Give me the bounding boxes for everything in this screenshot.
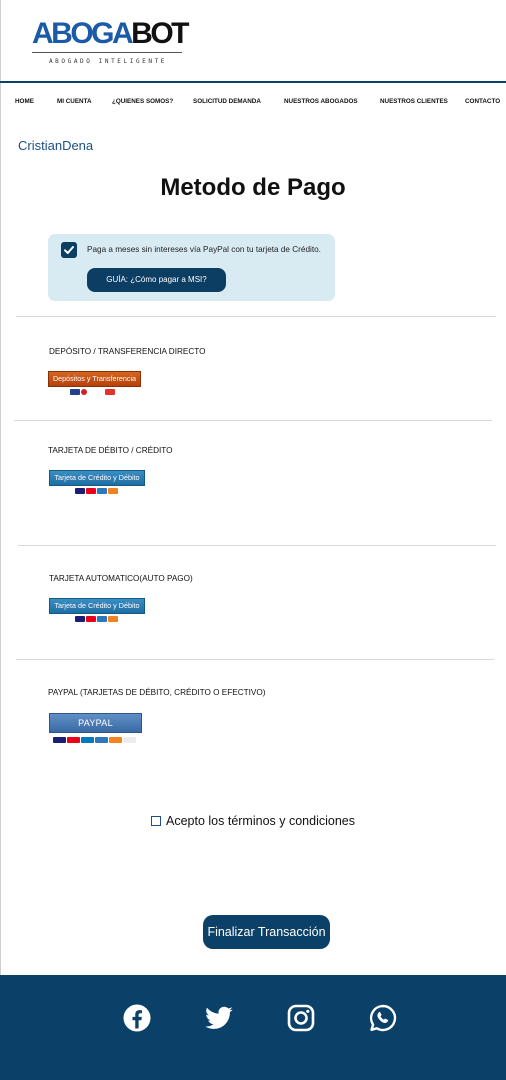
card-button-label: Tarjeta de Crédito y Débito bbox=[49, 470, 145, 486]
nav-item-nuestros-clientes[interactable]: NUESTROS CLIENTES bbox=[380, 98, 448, 105]
logo-wordmark: ABOGABOT bbox=[32, 17, 189, 50]
mastercard-icon bbox=[67, 737, 80, 743]
debit-credit-section-label: TARJETA DE DÉBITO / CRÉDITO bbox=[48, 446, 173, 455]
logo[interactable]: ABOGABOT ABOGADO INTELIGENTE bbox=[32, 17, 189, 68]
logo-part-bot: BOT bbox=[131, 17, 189, 50]
header-divider bbox=[0, 81, 506, 83]
auto-pay-button-label: Tarjeta de Crédito y Débito bbox=[49, 598, 145, 614]
discover-icon bbox=[109, 737, 122, 743]
auto-pay-button[interactable]: Tarjeta de Crédito y Débito bbox=[49, 598, 145, 626]
nav-item-quienes-somos[interactable]: ¿QUIENES SOMOS? bbox=[112, 98, 173, 105]
discover-icon bbox=[108, 488, 118, 494]
oxxo-icon bbox=[105, 389, 115, 395]
logo-underline bbox=[32, 52, 182, 53]
bank-logo-icon bbox=[70, 389, 80, 395]
banamex-icon bbox=[81, 389, 87, 395]
amex-icon bbox=[95, 737, 108, 743]
nav-item-contacto[interactable]: CONTACTO bbox=[465, 98, 500, 105]
amex-icon bbox=[97, 616, 107, 622]
nav-item-home[interactable]: HOME bbox=[15, 98, 34, 105]
banamex-text-icon bbox=[88, 389, 104, 395]
visa-icon bbox=[53, 737, 66, 743]
amex-icon bbox=[97, 488, 107, 494]
visa-icon bbox=[75, 488, 85, 494]
section-divider bbox=[16, 316, 496, 317]
main-nav: HOME MI CUENTA ¿QUIENES SOMOS? SOLICITUD… bbox=[0, 98, 506, 110]
logo-tagline: ABOGADO INTELIGENTE bbox=[48, 58, 168, 65]
nav-item-nuestros-abogados[interactable]: NUESTROS ABOGADOS bbox=[284, 98, 358, 105]
deposit-button-label: Depósitos y Transferencia bbox=[48, 371, 141, 387]
card-logos bbox=[75, 616, 118, 622]
deposit-section-label: DEPÓSITO / TRANSFERENCIA DIRECTO bbox=[49, 347, 206, 356]
section-divider bbox=[16, 659, 494, 660]
mastercard-icon bbox=[86, 616, 96, 622]
mastercard-icon bbox=[86, 488, 96, 494]
check-icon bbox=[64, 246, 74, 254]
card-logos bbox=[75, 488, 118, 494]
nav-item-solicitud-demanda[interactable]: SOLICITUD DEMANDA bbox=[193, 98, 261, 105]
paypal-card-logos bbox=[53, 737, 136, 743]
discover-icon bbox=[108, 616, 118, 622]
paypal-section-label: PAYPAL (TARJETAS DE DÉBITO, CRÉDITO O EF… bbox=[48, 688, 266, 697]
user-name: CristianDena bbox=[18, 138, 94, 153]
page-title: Metodo de Pago bbox=[160, 174, 346, 201]
visa-icon bbox=[75, 616, 85, 622]
paypal-button-label: PAYPAL bbox=[49, 713, 142, 733]
logo-part-aboga: ABOGA bbox=[32, 17, 134, 50]
paypal-pay-button[interactable]: PAYPAL bbox=[49, 713, 142, 747]
nav-item-mi-cuenta[interactable]: MI CUENTA bbox=[57, 98, 92, 105]
msi-guide-button[interactable]: GUÍA: ¿Cómo pagar a MSI? bbox=[87, 268, 226, 292]
auto-pay-section-label: TARJETA AUTOMATICO(AUTO PAGO) bbox=[49, 574, 193, 583]
terms-label: Acepto los términos y condiciones bbox=[166, 814, 355, 828]
cash-icon bbox=[123, 737, 136, 743]
section-divider bbox=[18, 545, 496, 546]
section-divider bbox=[14, 420, 492, 421]
finish-transaction-button[interactable]: Finalizar Transacción bbox=[203, 915, 330, 949]
footer bbox=[0, 975, 506, 1080]
instagram-icon[interactable] bbox=[286, 1003, 316, 1033]
maestro-icon bbox=[81, 737, 94, 743]
msi-panel: Paga a meses sin intereses vía PayPal co… bbox=[48, 234, 335, 301]
facebook-icon[interactable] bbox=[122, 1003, 152, 1033]
msi-description: Paga a meses sin intereses vía PayPal co… bbox=[87, 245, 321, 254]
bank-logos bbox=[70, 389, 115, 395]
whatsapp-icon[interactable] bbox=[368, 1003, 398, 1033]
twitter-icon[interactable] bbox=[204, 1003, 234, 1033]
msi-checkbox[interactable] bbox=[61, 242, 77, 258]
deposit-pay-button[interactable]: Depósitos y Transferencia bbox=[48, 371, 141, 398]
card-pay-button[interactable]: Tarjeta de Crédito y Débito bbox=[49, 470, 145, 498]
terms-checkbox[interactable] bbox=[151, 816, 161, 826]
